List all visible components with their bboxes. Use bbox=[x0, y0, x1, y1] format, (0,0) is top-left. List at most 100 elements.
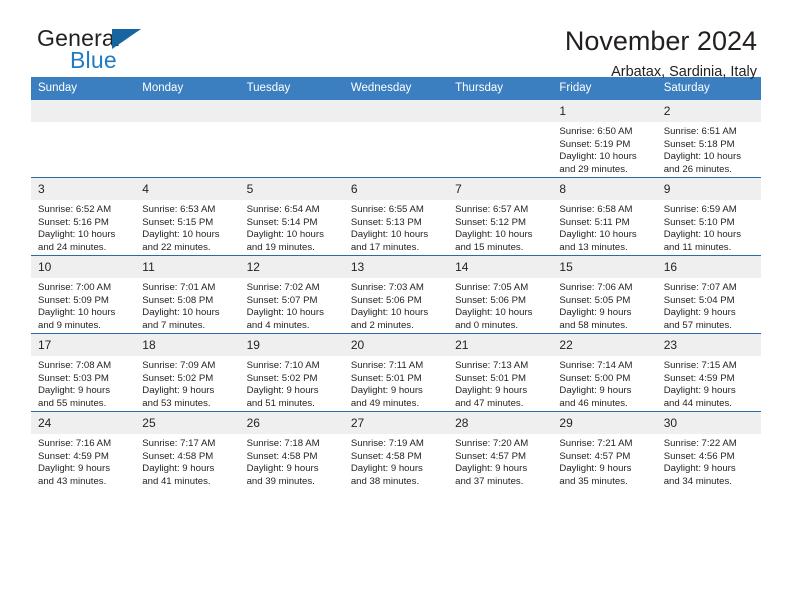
day-number: 13 bbox=[343, 256, 449, 278]
calendar-day-cell[interactable]: 12 Sunrise: 7:02 AM Sunset: 5:07 PM Dayligh… bbox=[239, 255, 344, 334]
day-number: 28 bbox=[448, 412, 553, 434]
daylight-duration-line1: Daylight: 9 hours bbox=[350, 463, 423, 475]
sunset-time: Sunset: 5:01 PM bbox=[455, 372, 527, 384]
calendar-day-cell[interactable]: 28 Sunrise: 7:20 AM Sunset: 4:57 PM Dayligh… bbox=[448, 411, 553, 489]
day-number bbox=[31, 100, 136, 122]
sunrise-time: Sunrise: 7:07 AM bbox=[663, 282, 737, 293]
sunrise-time: Sunrise: 6:55 AM bbox=[350, 204, 424, 215]
calendar-day-cell[interactable]: 16 Sunrise: 7:07 AM Sunset: 5:04 PM Dayligh… bbox=[656, 255, 761, 334]
sunrise-time: Sunrise: 7:11 AM bbox=[350, 360, 424, 371]
daylight-duration-line1: Daylight: 9 hours bbox=[246, 463, 319, 475]
daylight-duration-line1: Daylight: 9 hours bbox=[559, 463, 632, 475]
day-details: Sunrise: 6:52 AM Sunset: 5:16 PM Daylight:… bbox=[31, 200, 135, 254]
calendar-day-cell[interactable]: 20 Sunrise: 7:11 AM Sunset: 5:01 PM Dayligh… bbox=[343, 333, 449, 412]
sunrise-time: Sunrise: 7:17 AM bbox=[142, 438, 216, 449]
sunset-time: Sunset: 5:19 PM bbox=[559, 138, 631, 150]
calendar-day-cell[interactable]: 18 Sunrise: 7:09 AM Sunset: 5:02 PM Dayligh… bbox=[135, 333, 240, 412]
day-details: Sunrise: 6:59 AM Sunset: 5:10 PM Daylight:… bbox=[657, 200, 761, 254]
day-details: Sunrise: 7:15 AM Sunset: 4:59 PM Daylight:… bbox=[657, 356, 761, 410]
sunset-time: Sunset: 5:00 PM bbox=[559, 372, 631, 384]
day-details: Sunrise: 6:58 AM Sunset: 5:11 PM Daylight:… bbox=[552, 200, 656, 254]
sunrise-time: Sunrise: 7:00 AM bbox=[38, 282, 112, 293]
day-number: 9 bbox=[656, 178, 761, 200]
sunset-time: Sunset: 5:14 PM bbox=[246, 216, 318, 228]
day-details: Sunrise: 7:20 AM Sunset: 4:57 PM Daylight:… bbox=[448, 434, 552, 488]
day-number: 30 bbox=[656, 412, 761, 434]
day-number: 8 bbox=[552, 178, 657, 200]
daylight-duration-line2: and 34 minutes. bbox=[663, 475, 732, 487]
day-details: Sunrise: 6:50 AM Sunset: 5:19 PM Daylight:… bbox=[552, 122, 656, 176]
sunrise-time: Sunrise: 7:20 AM bbox=[455, 438, 529, 449]
calendar-day-cell[interactable]: 25 Sunrise: 7:17 AM Sunset: 4:58 PM Dayligh… bbox=[135, 411, 240, 489]
daylight-duration-line2: and 4 minutes. bbox=[246, 319, 310, 331]
day-number: 14 bbox=[448, 256, 553, 278]
day-number: 19 bbox=[239, 334, 344, 356]
calendar-day-cell-empty bbox=[343, 100, 449, 178]
day-details: Sunrise: 7:10 AM Sunset: 5:02 PM Daylight:… bbox=[240, 356, 344, 410]
daylight-duration-line1: Daylight: 10 hours bbox=[246, 229, 324, 241]
calendar-day-cell[interactable]: 8 Sunrise: 6:58 AM Sunset: 5:11 PM Daylight… bbox=[552, 177, 657, 256]
daylight-duration-line2: and 17 minutes. bbox=[350, 241, 420, 253]
calendar-day-cell[interactable]: 11 Sunrise: 7:01 AM Sunset: 5:08 PM Dayligh… bbox=[135, 255, 240, 334]
daylight-duration-line1: Daylight: 9 hours bbox=[350, 385, 423, 397]
daylight-duration-line2: and 38 minutes. bbox=[350, 475, 420, 487]
daylight-duration-line2: and 7 minutes. bbox=[142, 319, 206, 331]
day-details: Sunrise: 6:51 AM Sunset: 5:18 PM Daylight:… bbox=[657, 122, 761, 176]
day-details: Sunrise: 6:54 AM Sunset: 5:14 PM Daylight:… bbox=[240, 200, 344, 254]
sunset-time: Sunset: 5:02 PM bbox=[142, 372, 214, 384]
calendar-body: 1 Sunrise: 6:50 AM Sunset: 5:19 PM Daylight… bbox=[31, 100, 761, 489]
calendar-day-cell[interactable]: 29 Sunrise: 7:21 AM Sunset: 4:57 PM Dayligh… bbox=[552, 411, 657, 489]
calendar-week-row: 10 Sunrise: 7:00 AM Sunset: 5:09 PM Dayligh… bbox=[31, 255, 761, 334]
calendar-day-cell[interactable]: 4 Sunrise: 6:53 AM Sunset: 5:15 PM Daylight… bbox=[135, 177, 240, 256]
day-number: 15 bbox=[552, 256, 657, 278]
day-number: 7 bbox=[448, 178, 553, 200]
day-number: 25 bbox=[135, 412, 240, 434]
daylight-duration-line1: Daylight: 9 hours bbox=[38, 385, 110, 397]
calendar-day-cell[interactable]: 10 Sunrise: 7:00 AM Sunset: 5:09 PM Dayligh… bbox=[31, 255, 136, 334]
calendar-day-cell[interactable]: 19 Sunrise: 7:10 AM Sunset: 5:02 PM Dayligh… bbox=[239, 333, 344, 412]
sunrise-time: Sunrise: 6:50 AM bbox=[559, 126, 633, 137]
day-number: 21 bbox=[448, 334, 553, 356]
calendar-day-cell[interactable]: 23 Sunrise: 7:15 AM Sunset: 4:59 PM Dayligh… bbox=[656, 333, 761, 412]
calendar-day-cell[interactable]: 26 Sunrise: 7:18 AM Sunset: 4:58 PM Dayligh… bbox=[239, 411, 344, 489]
day-number: 12 bbox=[239, 256, 344, 278]
calendar-day-cell[interactable]: 21 Sunrise: 7:13 AM Sunset: 5:01 PM Dayligh… bbox=[448, 333, 553, 412]
day-details: Sunrise: 6:55 AM Sunset: 5:13 PM Daylight:… bbox=[344, 200, 448, 254]
day-number bbox=[239, 100, 344, 122]
calendar-day-cell[interactable]: 17 Sunrise: 7:08 AM Sunset: 5:03 PM Dayligh… bbox=[31, 333, 136, 412]
day-details: Sunrise: 7:05 AM Sunset: 5:06 PM Daylight:… bbox=[448, 278, 552, 332]
day-details: Sunrise: 6:53 AM Sunset: 5:15 PM Daylight:… bbox=[135, 200, 239, 254]
daylight-duration-line2: and 37 minutes. bbox=[455, 475, 524, 487]
calendar-day-cell[interactable]: 2 Sunrise: 6:51 AM Sunset: 5:18 PM Daylight… bbox=[656, 100, 761, 178]
daylight-duration-line2: and 51 minutes. bbox=[246, 397, 315, 409]
calendar-day-cell-empty bbox=[135, 100, 240, 178]
day-number: 10 bbox=[31, 256, 136, 278]
daylight-duration-line1: Daylight: 9 hours bbox=[142, 385, 215, 397]
calendar-day-cell[interactable]: 9 Sunrise: 6:59 AM Sunset: 5:10 PM Daylight… bbox=[656, 177, 761, 256]
calendar-day-cell[interactable]: 13 Sunrise: 7:03 AM Sunset: 5:06 PM Dayligh… bbox=[343, 255, 449, 334]
calendar-day-cell[interactable]: 6 Sunrise: 6:55 AM Sunset: 5:13 PM Daylight… bbox=[343, 177, 449, 256]
calendar-day-cell-empty bbox=[239, 100, 344, 178]
calendar-day-cell[interactable]: 1 Sunrise: 6:50 AM Sunset: 5:19 PM Daylight… bbox=[552, 100, 657, 178]
calendar-day-cell[interactable]: 27 Sunrise: 7:19 AM Sunset: 4:58 PM Dayligh… bbox=[343, 411, 449, 489]
weekday-header-thursday: Thursday bbox=[448, 77, 553, 100]
day-details: Sunrise: 7:03 AM Sunset: 5:06 PM Daylight:… bbox=[344, 278, 448, 332]
calendar-day-cell[interactable]: 24 Sunrise: 7:16 AM Sunset: 4:59 PM Dayligh… bbox=[31, 411, 136, 489]
calendar-day-cell[interactable]: 22 Sunrise: 7:14 AM Sunset: 5:00 PM Dayligh… bbox=[552, 333, 657, 412]
calendar-day-cell[interactable]: 15 Sunrise: 7:06 AM Sunset: 5:05 PM Dayligh… bbox=[552, 255, 657, 334]
daylight-duration-line1: Daylight: 10 hours bbox=[455, 307, 533, 319]
daylight-duration-line1: Daylight: 10 hours bbox=[142, 229, 220, 241]
daylight-duration-line1: Daylight: 9 hours bbox=[142, 463, 215, 475]
calendar-day-cell[interactable]: 30 Sunrise: 7:22 AM Sunset: 4:56 PM Dayligh… bbox=[656, 411, 761, 489]
calendar-day-cell[interactable]: 7 Sunrise: 6:57 AM Sunset: 5:12 PM Daylight… bbox=[448, 177, 553, 256]
day-details: Sunrise: 7:11 AM Sunset: 5:01 PM Daylight:… bbox=[344, 356, 448, 410]
daylight-duration-line2: and 46 minutes. bbox=[559, 397, 628, 409]
calendar-day-cell[interactable]: 3 Sunrise: 6:52 AM Sunset: 5:16 PM Daylight… bbox=[31, 177, 136, 256]
weekday-header-tuesday: Tuesday bbox=[239, 77, 344, 100]
day-number: 27 bbox=[343, 412, 449, 434]
calendar-day-cell[interactable]: 14 Sunrise: 7:05 AM Sunset: 5:06 PM Dayligh… bbox=[448, 255, 553, 334]
calendar-day-cell[interactable]: 5 Sunrise: 6:54 AM Sunset: 5:14 PM Daylight… bbox=[239, 177, 344, 256]
daylight-duration-line2: and 53 minutes. bbox=[142, 397, 211, 409]
calendar-day-cell-empty bbox=[448, 100, 553, 178]
page-subtitle: Arbatax, Sardinia, Italy bbox=[611, 64, 757, 80]
